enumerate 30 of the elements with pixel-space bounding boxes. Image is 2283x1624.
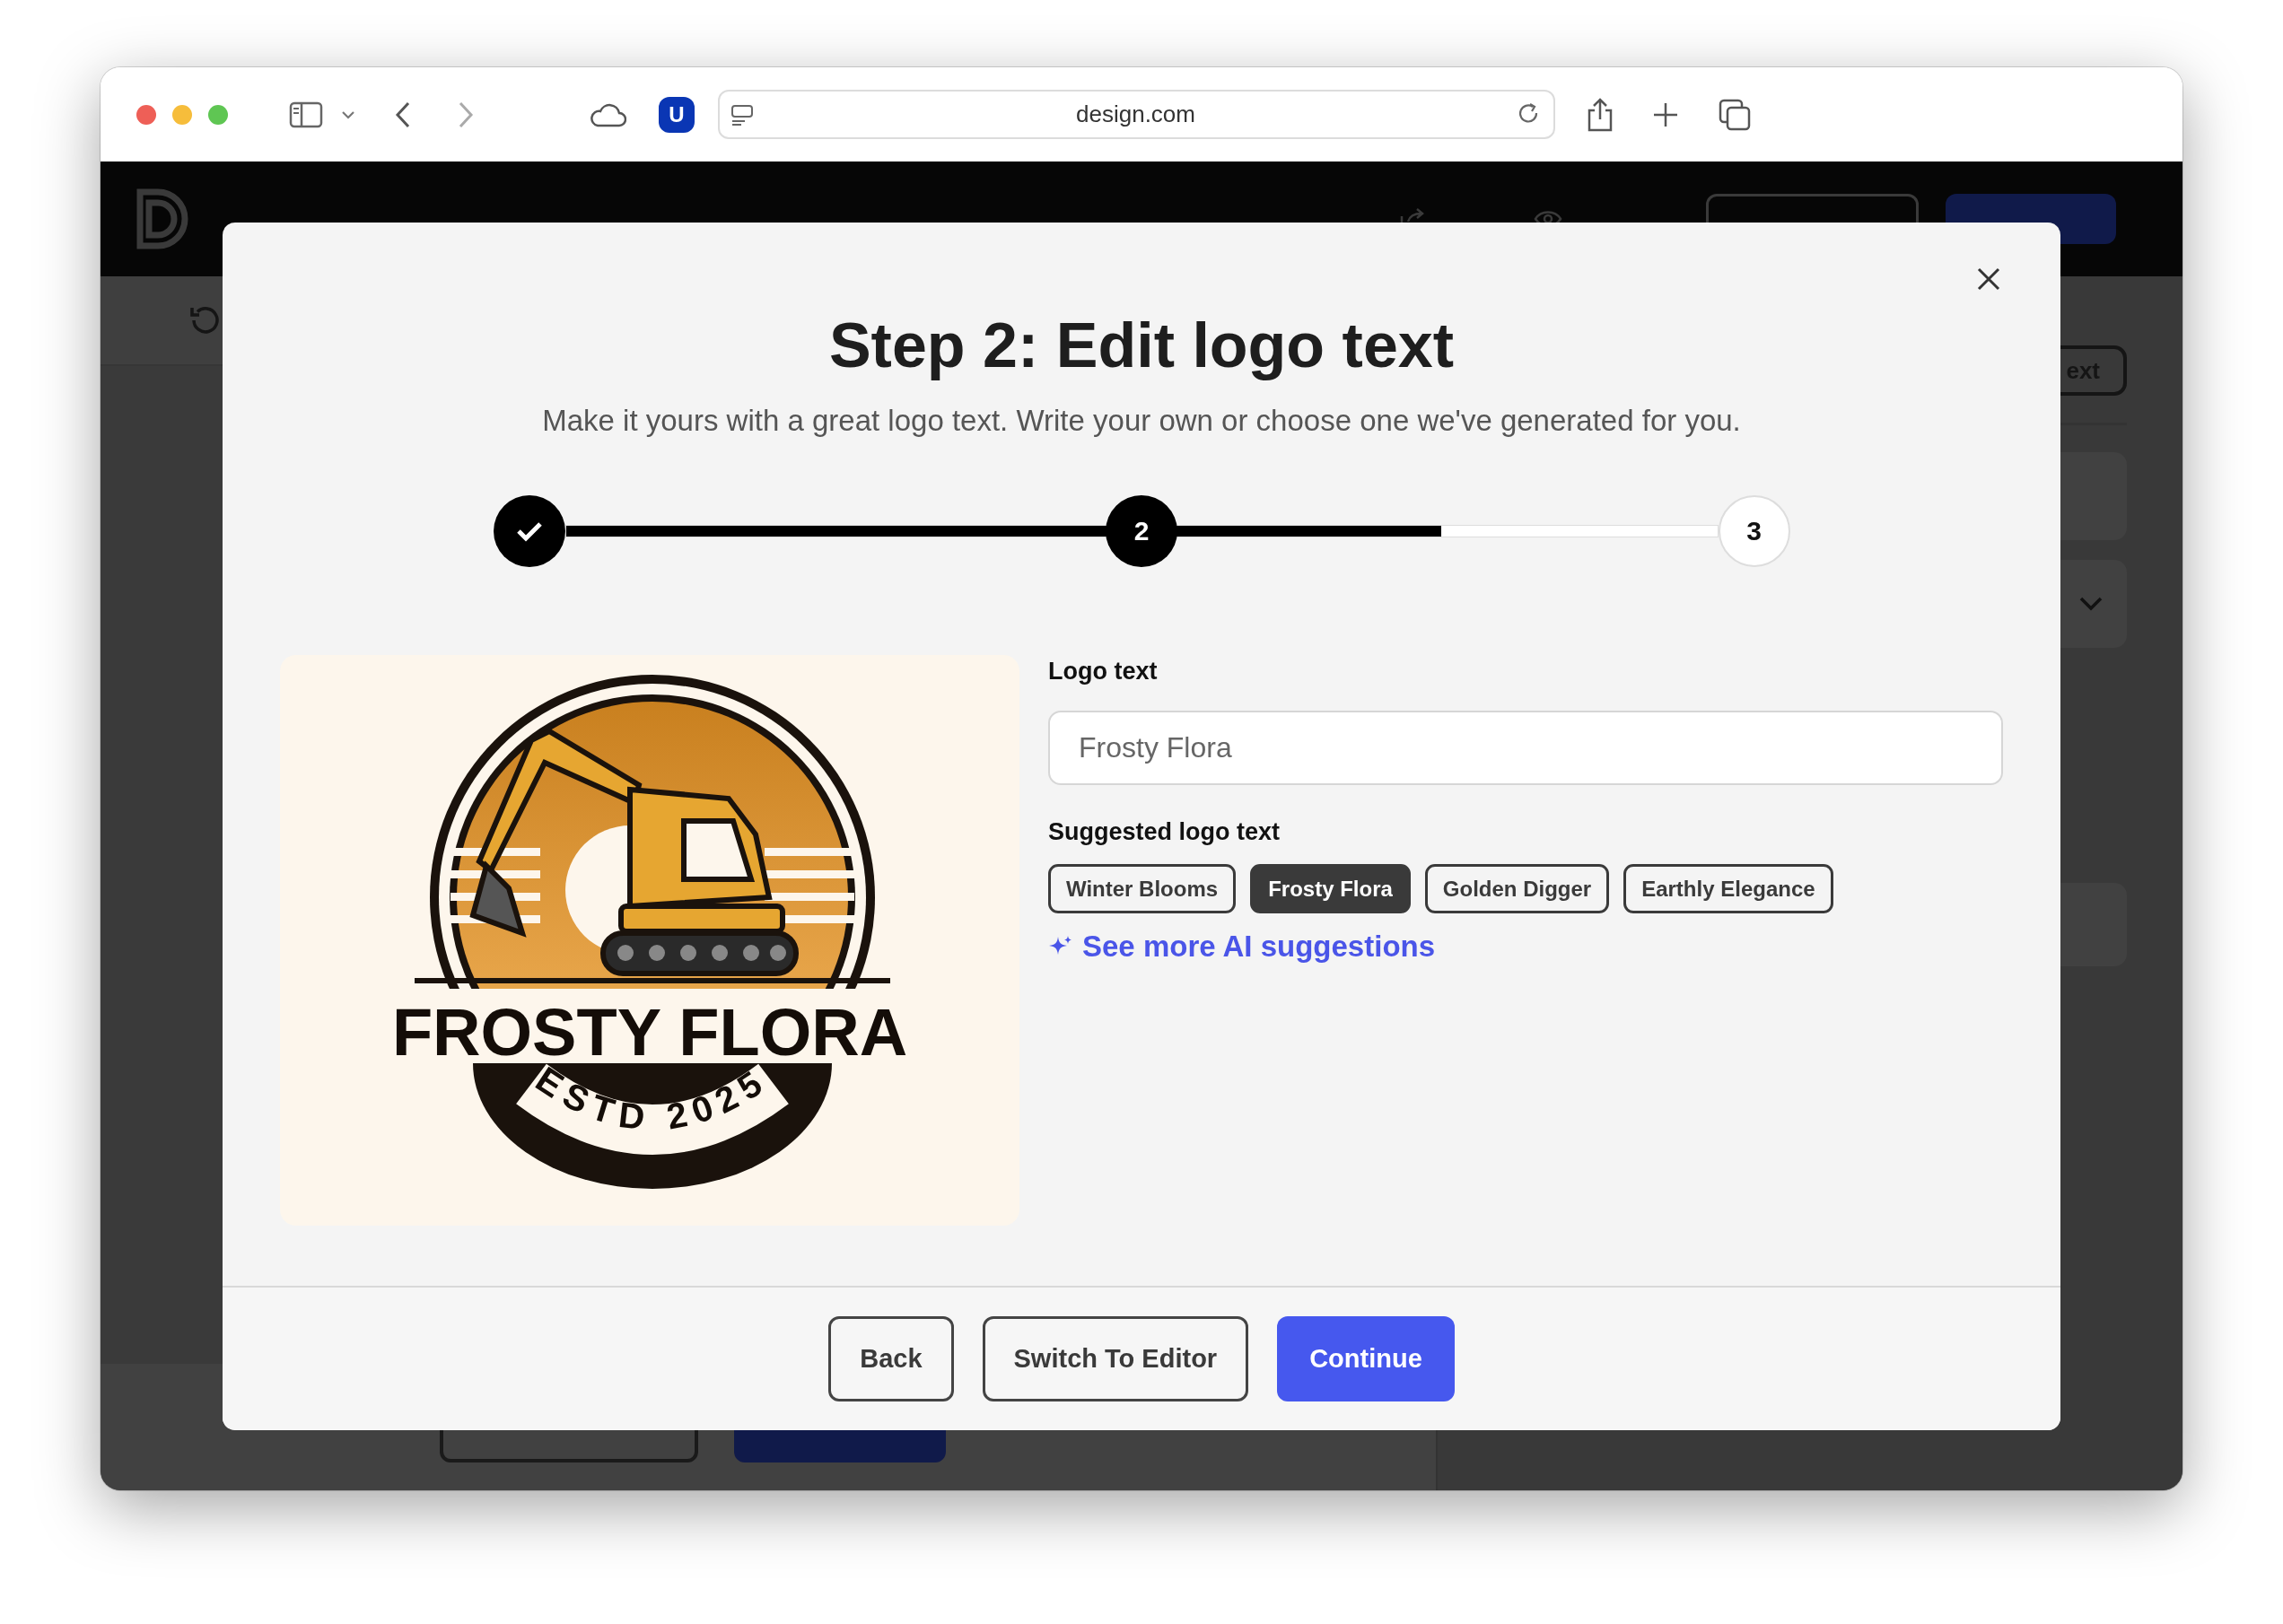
checkmark-icon <box>515 520 543 542</box>
extension-badge[interactable]: U <box>659 96 695 133</box>
logo-text-label: Logo text <box>1048 657 1158 686</box>
new-tab-icon[interactable] <box>1652 100 1679 128</box>
close-window-button[interactable] <box>136 104 156 125</box>
back-icon[interactable] <box>395 100 411 128</box>
cloud-icon[interactable] <box>589 101 626 127</box>
upcoming-step: 3 <box>1718 495 1790 567</box>
back-button[interactable]: Back <box>828 1316 954 1401</box>
suggestion-chip[interactable]: Earthly Elegance <box>1623 864 1833 913</box>
logo-text-input[interactable]: Frosty Flora <box>1048 711 2003 785</box>
page-menu-icon[interactable] <box>730 103 754 126</box>
dialog-subtitle: Make it yours with a great logo text. Write your own or choose one we've generated for you. <box>542 403 1741 439</box>
sidebar-icon[interactable] <box>289 100 323 128</box>
see-more-ai-suggestions-link[interactable]: See more AI suggestions <box>1048 930 1436 964</box>
suggestion-chip[interactable]: Golden Digger <box>1424 864 1610 913</box>
suggested-logo-text-label: Suggested logo text <box>1048 817 1281 847</box>
switch-to-editor-button[interactable]: Switch To Editor <box>982 1316 1249 1401</box>
address-bar[interactable]: design.com <box>718 90 1555 139</box>
current-step: 2 <box>1106 495 1177 567</box>
dialog-title: Step 2: Edit logo text <box>828 310 1455 382</box>
logo-icon <box>135 187 190 251</box>
suggestion-chip[interactable]: Frosty Flora <box>1250 864 1411 913</box>
address-text: design.com <box>1075 100 1196 128</box>
continue-button[interactable]: Continue <box>1277 1316 1455 1401</box>
chevron-down-icon[interactable] <box>341 109 355 120</box>
close-icon[interactable] <box>1977 267 2000 291</box>
chevron-down-icon <box>2078 596 2104 612</box>
suggestion-chip[interactable]: Winter Blooms <box>1048 864 1237 913</box>
tabs-overview-icon[interactable] <box>1719 98 1751 131</box>
